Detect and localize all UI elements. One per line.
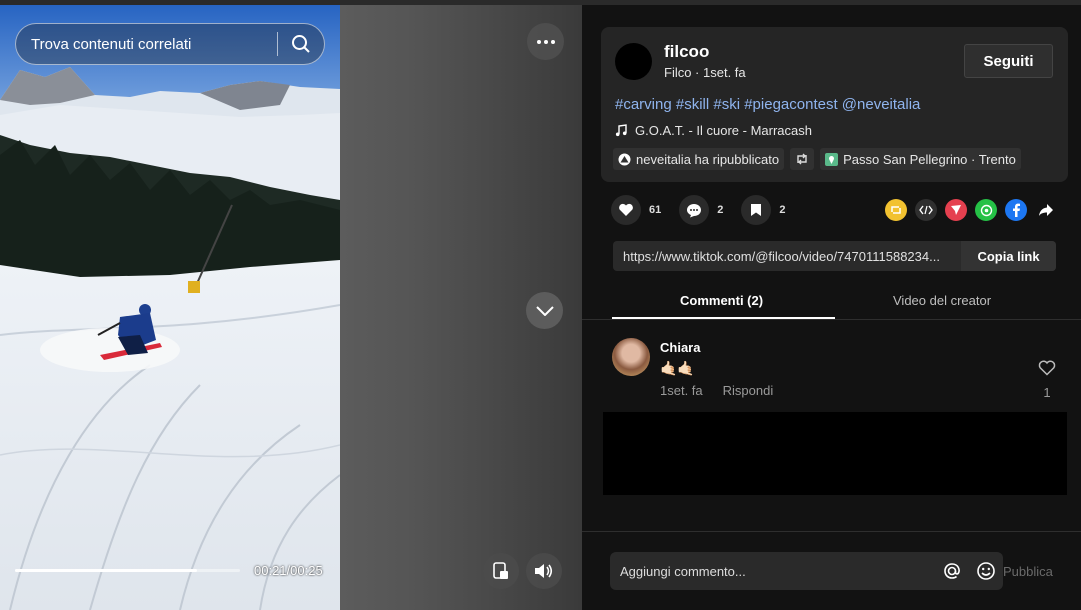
save-action[interactable]: 2 (741, 195, 786, 225)
heart-icon (619, 203, 633, 216)
volume-icon (535, 564, 553, 578)
post-info-card: filcoo Filco · 1set. fa Seguiti #carving… (601, 27, 1068, 182)
mini-player-button[interactable] (483, 553, 519, 589)
reply-button[interactable]: Rispondi (723, 383, 774, 398)
chevron-down-icon (535, 305, 554, 316)
save-count: 2 (779, 204, 786, 216)
comment-like-count: 1 (1043, 385, 1051, 400)
video-player-area: Trova contenuti correlati 00:21/00:25 (0, 0, 582, 610)
location-chip[interactable]: Passo San Pellegrino · Trento (820, 148, 1021, 170)
facebook-icon[interactable] (1005, 199, 1027, 221)
engagement-actions: 61 2 2 (611, 195, 804, 225)
comment-input-placeholder: Aggiungi commento... (620, 563, 746, 579)
commenter-avatar[interactable] (612, 338, 650, 376)
video-progress-bar[interactable] (15, 569, 240, 572)
comment-like[interactable]: 1 (1037, 360, 1057, 400)
more-options-button[interactable] (527, 23, 564, 60)
repost-toggle-chip[interactable] (790, 148, 815, 170)
active-tab-indicator (612, 317, 835, 319)
video-time: 00:21/00:25 (254, 563, 323, 578)
post-chips: neveitalia ha ripubblicato Passo San Pel… (613, 148, 1021, 170)
top-strip (0, 0, 1081, 5)
comment-input[interactable]: Aggiungi commento... (610, 552, 1003, 590)
emoji-icon[interactable] (969, 561, 1003, 581)
heart-outline-icon (1038, 360, 1056, 376)
comment-time: 1set. fa (660, 383, 703, 398)
comment-tabs: Commenti (2) Video del creator (582, 288, 1081, 320)
like-count: 61 (649, 204, 662, 216)
bookmark-icon (751, 204, 762, 216)
tab-comments[interactable]: Commenti (2) (680, 293, 763, 308)
copy-link-button[interactable]: Copia link (961, 241, 1056, 271)
video-url[interactable]: https://www.tiktok.com/@filcoo/video/747… (613, 249, 961, 264)
comment-meta: 1set. fa Rispondi (660, 383, 773, 398)
share-options (885, 199, 1057, 221)
redacted-block (603, 412, 1067, 495)
creator-avatar[interactable] (615, 43, 652, 80)
comment-bubble-icon (687, 203, 702, 217)
following-button[interactable]: Seguiti (964, 44, 1053, 78)
video-progress-fill (15, 569, 198, 572)
post-hashtags[interactable]: #carving #skill #ski #piegacontest @neve… (615, 96, 920, 113)
embed-code-icon[interactable] (915, 199, 937, 221)
tab-creator-videos[interactable]: Video del creator (893, 293, 991, 308)
repost-chip[interactable]: neveitalia ha ripubblicato (613, 148, 785, 170)
next-video-button[interactable] (526, 292, 563, 329)
comment-text: 🤙🏻🤙🏻 (660, 360, 695, 376)
creator-subline: Filco · 1set. fa (664, 65, 746, 80)
commenter-name[interactable]: Chiara (660, 340, 700, 355)
publish-button[interactable]: Pubblica (1003, 564, 1053, 579)
creator-username[interactable]: filcoo (664, 42, 709, 62)
mini-player-icon (493, 562, 508, 579)
whatsapp-icon[interactable] (975, 199, 997, 221)
repost-share-icon[interactable] (885, 199, 907, 221)
share-arrow-icon[interactable] (1035, 199, 1057, 221)
video-link-box: https://www.tiktok.com/@filcoo/video/747… (613, 241, 1056, 271)
location-chip-label: Passo San Pellegrino · Trento (843, 151, 1016, 167)
related-search-bar[interactable]: Trova contenuti correlati (15, 23, 325, 65)
post-details-panel: filcoo Filco · 1set. fa Seguiti #carving… (582, 5, 1081, 610)
mention-icon[interactable] (935, 561, 969, 581)
search-icon[interactable] (278, 23, 324, 65)
repost-chip-label: neveitalia ha ripubblicato (636, 151, 780, 167)
music-title: G.O.A.T. - Il cuore - Marracash (635, 123, 812, 138)
send-to-friends-icon[interactable] (945, 199, 967, 221)
video-frame[interactable] (0, 5, 340, 610)
comment-count: 2 (717, 204, 724, 216)
related-search-label: Trova contenuti correlati (31, 35, 192, 53)
comment-action[interactable]: 2 (679, 195, 723, 225)
location-pin-icon (825, 152, 839, 166)
music-note-icon (615, 124, 627, 137)
like-action[interactable]: 61 (611, 195, 661, 225)
neveitalia-logo-icon (618, 153, 631, 165)
volume-button[interactable] (526, 553, 562, 589)
comment-footer: Aggiungi commento... Pubblica (582, 531, 1081, 610)
music-row[interactable]: G.O.A.T. - Il cuore - Marracash (615, 123, 812, 138)
ski-scene-image (0, 5, 340, 610)
comment-item: Chiara 🤙🏻🤙🏻 1set. fa Rispondi 1 (612, 338, 1057, 408)
repost-icon (797, 153, 807, 165)
ellipsis-icon (536, 39, 555, 44)
